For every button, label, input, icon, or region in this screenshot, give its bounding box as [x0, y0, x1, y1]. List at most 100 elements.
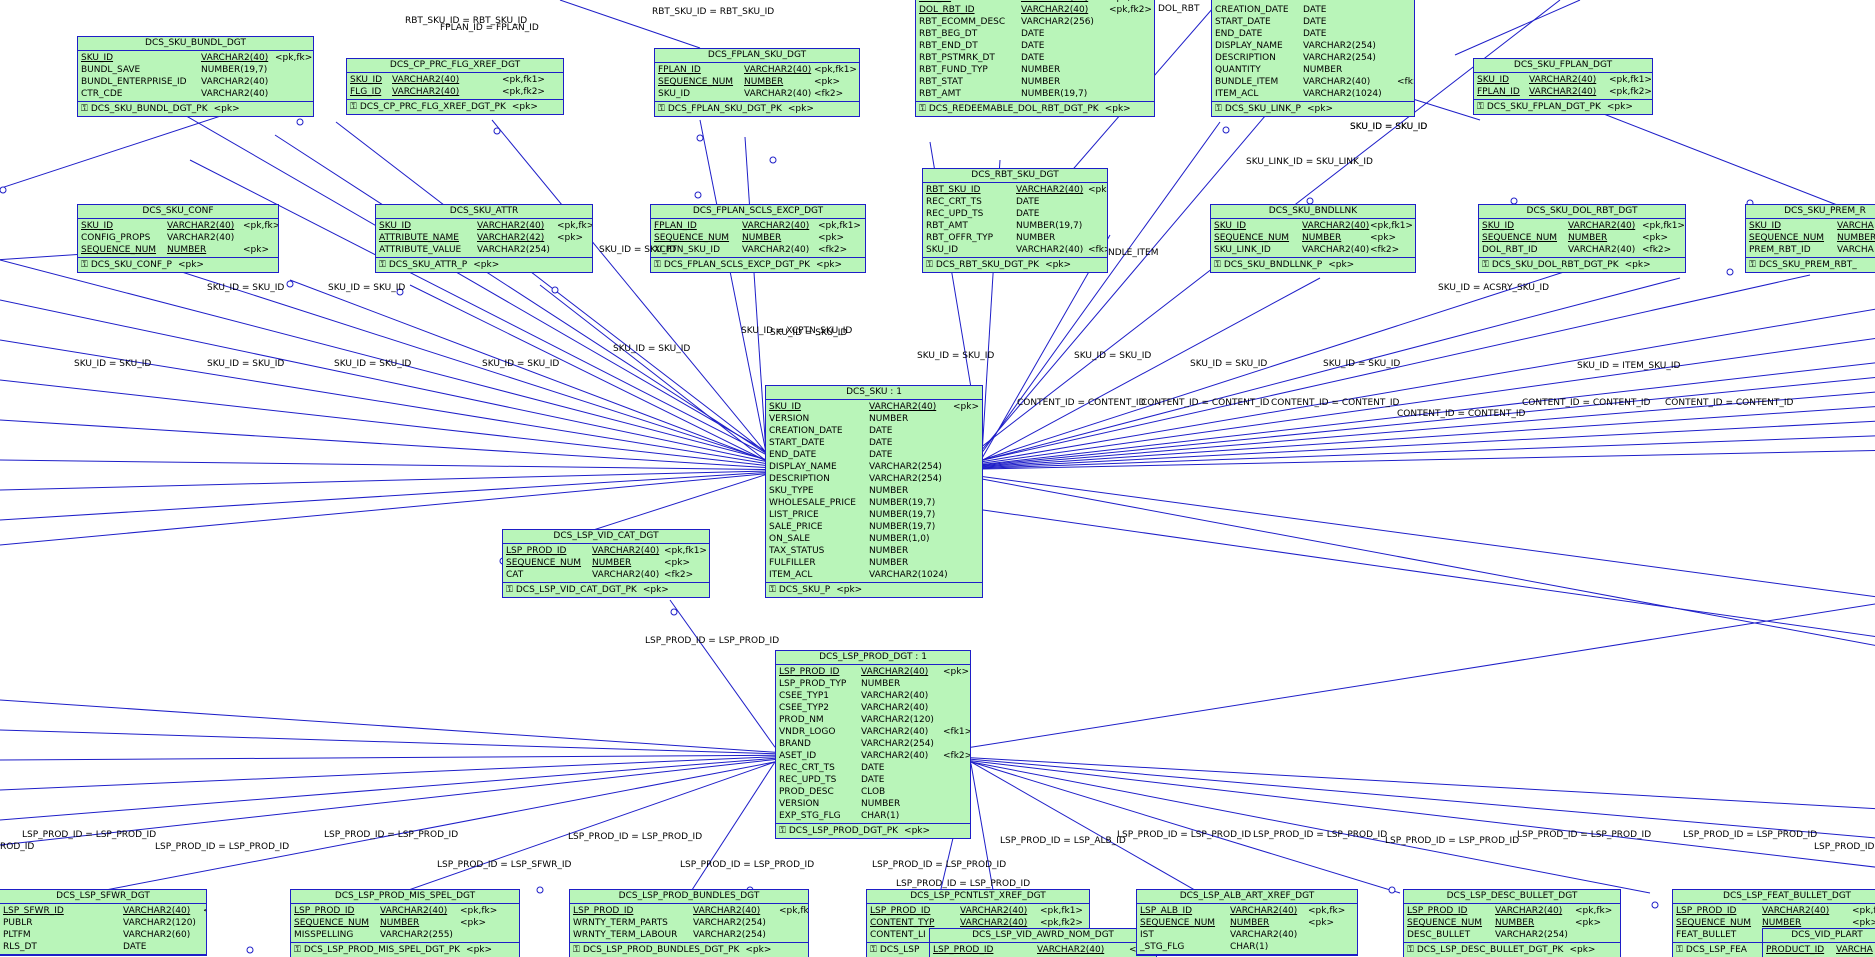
primary-key-row: ⚿ DCS_LSP_DESC_BULLET_DGT_PK <pk>	[1404, 943, 1620, 957]
entity-dcs-sku-bndllnk[interactable]: DCS_SKU_BNDLLNK SKU_ID VARCHAR2(40) <pk,fk1…	[1210, 204, 1416, 273]
primary-key-row: ⚿ DCS_LSP_PROD_BUNDLES_DGT_PK <pk>	[570, 943, 808, 957]
entity-title: DCS_FPLAN_SKU_DGT	[655, 49, 859, 63]
entity-dcs-lsp-desc-bullet-dgt[interactable]: DCS_LSP_DESC_BULLET_DGT LSP_PROD_ID VARCHA…	[1403, 889, 1621, 957]
entity-dcs-lsp-prod-dgt[interactable]: DCS_LSP_PROD_DGT : 1 LSP_PROD_ID VARCHAR2(…	[775, 650, 971, 839]
column-name: SKU_ID	[1482, 221, 1515, 231]
column-type: DATE	[861, 775, 885, 785]
entity-dcs-fplan-scls-excp-dgt[interactable]: DCS_FPLAN_SCLS_EXCP_DGT FPLAN_ID VARCHAR2(…	[650, 204, 866, 273]
entity-dcs-lsp-prod-bundles-dgt[interactable]: DCS_LSP_PROD_BUNDLES_DGT LSP_PROD_ID VARCH…	[569, 889, 809, 957]
key-icon: ⚿	[769, 585, 776, 595]
column-key-tag	[953, 497, 982, 509]
column-type: NUMBER	[1021, 65, 1061, 75]
entity-column-row: RBT_ECOMM_DESC VARCHAR2(256)	[916, 16, 1154, 28]
entity-column-row: LSP_PROD_ID VARCHAR2(40) <pk,fk>	[1404, 905, 1620, 917]
column-type: VARCHAR2(40)	[477, 221, 545, 231]
column-name: LSP_SFWR_ID	[3, 906, 64, 916]
relationship-line	[1454, 0, 1581, 56]
relationship-label: LSP_PROD_ID = LSP_SFWR_ID	[437, 860, 572, 870]
entity-dcs-sku-bundl-dgt[interactable]: DCS_SKU_BUNDL_DGT SKU_ID VARCHAR2(40) <pk,f…	[77, 36, 314, 117]
column-key-tag	[557, 244, 592, 256]
lsp-prod-relationship-line	[970, 758, 1875, 839]
cardinality-optional-marker	[0, 186, 7, 194]
entity-dcs-sku-fplan-dgt[interactable]: DCS_SKU_FPLAN_DGT SKU_ID VARCHAR2(40) <pk,f…	[1473, 58, 1653, 115]
primary-key-row: ⚿ DCS_SKU_PREM_RBT_	[1746, 258, 1875, 272]
entity-column-row: PROD_DESC CLOB	[776, 786, 970, 798]
primary-key-tag: <pk>	[642, 585, 669, 595]
lsp-prod-relationship-line	[399, 761, 776, 894]
sku-relationship-line	[0, 299, 767, 462]
column-type: NUMBER	[1016, 233, 1056, 243]
entity-columns: LSP_PROD_ID VARCHAR2(40) <pk,fk1> SEQUENCE_…	[503, 544, 709, 583]
entity-column-row: LSP_PROD_TYP NUMBER	[776, 678, 970, 690]
column-type: DATE	[869, 438, 893, 448]
column-key-tag	[275, 76, 313, 88]
lsp-prod-relationship-line	[0, 729, 776, 755]
column-name: LSP_PROD_ID	[573, 906, 634, 916]
primary-key-name: DCS_SKU_FPLAN_DGT_PK	[1486, 102, 1601, 112]
entity-dcs-sku[interactable]: DCS_SKU : 1 SKU_ID VARCHAR2(40) <pk> VERSION…	[765, 385, 983, 598]
cardinality-optional-marker	[670, 608, 678, 616]
column-name: SEQUENCE_NUM	[1140, 918, 1216, 928]
entity-dcs-sku-link[interactable]: VERSIONNUMBERCREATION_DATEDATESTART_DATE…	[1211, 0, 1415, 117]
primary-key-row: ⚿ DCS_RBT_SKU_DGT_PK <pk>	[923, 258, 1107, 272]
entity-dcs-lsp-vid-awrd-nom-dgt[interactable]: DCS_LSP_VID_AWRD_NOM_DGT LSP_PROD_ID VARCH…	[929, 928, 1157, 957]
entity-dcs-lsp-sfwr-dgt[interactable]: DCS_LSP_SFWR_DGT LSP_SFWR_ID VARCHAR2(40) <…	[0, 889, 207, 956]
entity-dcs-sku-prem-rbt[interactable]: DCS_SKU_PREM_R SKU_ID VARCHA SEQUENCE_NUM NU…	[1745, 204, 1875, 273]
column-key-tag: <pk>	[557, 233, 584, 243]
relationship-label: SKU_ID = SKU_ID	[328, 283, 406, 293]
sku-relationship-line	[274, 134, 767, 454]
entity-dcs-fplan-sku-dgt[interactable]: DCS_FPLAN_SKU_DGT FPLAN_ID VARCHAR2(40) <pk…	[654, 48, 860, 117]
cardinality-optional-marker	[286, 280, 294, 288]
lsp-prod-relationship-line	[0, 757, 776, 821]
entity-column-row: RBT_FUND_TYP NUMBER	[916, 64, 1154, 76]
key-icon: ⚿	[870, 945, 877, 955]
column-type: DATE	[1021, 29, 1045, 39]
primary-key-row: ⚿ DCS_LSP_PROD_MIS_SPEL_DGT_PK <pk>	[291, 943, 519, 957]
column-name: CAT	[506, 570, 524, 580]
column-key-tag: <pk,fk>	[779, 906, 808, 916]
entity-column-row: ASET_ID VARCHAR2(40) <fk2>	[776, 750, 970, 762]
column-name: ITEM_ACL	[769, 570, 813, 580]
column-name: RBT_OFFR_TYP	[926, 233, 994, 243]
primary-key-tag: <pk>	[1569, 945, 1596, 955]
key-icon: ⚿	[573, 945, 580, 955]
column-type: VARCHAR2(40)	[1302, 221, 1370, 231]
entity-dcs-lsp-prod-mis-spel-dgt[interactable]: DCS_LSP_PROD_MIS_SPEL_DGT LSP_PROD_ID VARC…	[290, 889, 520, 957]
entity-column-row: DOL_RBT_ID VARCHAR2(40) <fk2>	[1479, 244, 1685, 256]
column-name: FULFILLER	[769, 558, 816, 568]
column-key-tag	[1397, 4, 1414, 16]
column-name: QUANTITY	[1215, 65, 1261, 75]
entity-column-row: CSEE_TYP1 VARCHAR2(40)	[776, 690, 970, 702]
column-type: VARCHAR2(256)	[1021, 17, 1094, 27]
entity-dcs-sku-attr[interactable]: DCS_SKU_ATTR SKU_ID VARCHAR2(40) <pk,fk> ATT…	[375, 204, 593, 273]
entity-title: DCS_SKU_DOL_RBT_DGT	[1479, 205, 1685, 219]
entity-dcs-lsp-vid-cat-dgt[interactable]: DCS_LSP_VID_CAT_DGT LSP_PROD_ID VARCHAR2(4…	[502, 529, 710, 598]
lsp-prod-relationship-line	[970, 760, 1875, 868]
entity-dcs-rbt-sku-dgt[interactable]: DCS_RBT_SKU_DGT RBT_SKU_ID VARCHAR2(40) <pk…	[922, 168, 1108, 273]
entity-dcs-cp-prc-flg-xref-dgt[interactable]: DCS_CP_PRC_FLG_XREF_DGT SKU_ID VARCHAR2(40…	[346, 58, 564, 115]
column-name: REC_UPD_TS	[926, 209, 984, 219]
lsp-prod-relationship-line	[669, 599, 776, 748]
relationship-label: SKU_ID = SKU_ID	[1074, 351, 1152, 361]
entity-dcs-redeemable-dol-rbt-dgt[interactable]: SKU_IDVARCHAR2(40)<pk,fk>DOL_RBT_IDVARCH…	[915, 0, 1155, 117]
relationship-label: SKU_ID = XCPTN_SKU_ID	[741, 326, 853, 336]
entity-column-row: FPLAN_ID VARCHAR2(40) <pk,fk1>	[655, 64, 859, 76]
entity-title: DCS_LSP_PROD_BUNDLES_DGT	[570, 890, 808, 904]
entity-dcs-sku-conf[interactable]: DCS_SKU_CONF SKU_ID VARCHAR2(40) <pk,fk> CON…	[77, 204, 279, 273]
primary-key-tag: <pk>	[745, 945, 772, 955]
entity-dcs-lsp-alb-art-xref-dgt[interactable]: DCS_LSP_ALB_ART_XREF_DGT LSP_ALB_ID VARCHA…	[1136, 889, 1358, 956]
primary-key-row: ⚿ DCS_SKU_DOL_RBT_DGT_PK <pk>	[1479, 258, 1685, 272]
relationship-label: SKU_ID = ITEM_SKU_ID	[1577, 361, 1681, 371]
relationship-label: LSP_PROD_ID = LSP_PROD_ID	[645, 636, 780, 646]
entity-dcs-vid-plart[interactable]: DCS_VID_PLART PRODUCT_ID VARCHA	[1762, 928, 1875, 957]
column-name: WRNTY_TERM_PARTS	[573, 918, 668, 928]
column-key-tag	[460, 929, 519, 941]
cardinality-optional-marker	[551, 286, 559, 294]
column-type: VARCHAR2(40)	[1302, 245, 1370, 255]
column-key-tag	[953, 413, 982, 425]
column-name: REC_CRT_TS	[926, 197, 982, 207]
column-key-tag: <fk2>	[664, 570, 694, 580]
column-type: VARCHAR2(40)	[1762, 906, 1830, 916]
column-name: _STG_FLG	[1140, 942, 1185, 952]
entity-dcs-sku-dol-rbt-dgt[interactable]: DCS_SKU_DOL_RBT_DGT SKU_ID VARCHAR2(40) <pk…	[1478, 204, 1686, 273]
